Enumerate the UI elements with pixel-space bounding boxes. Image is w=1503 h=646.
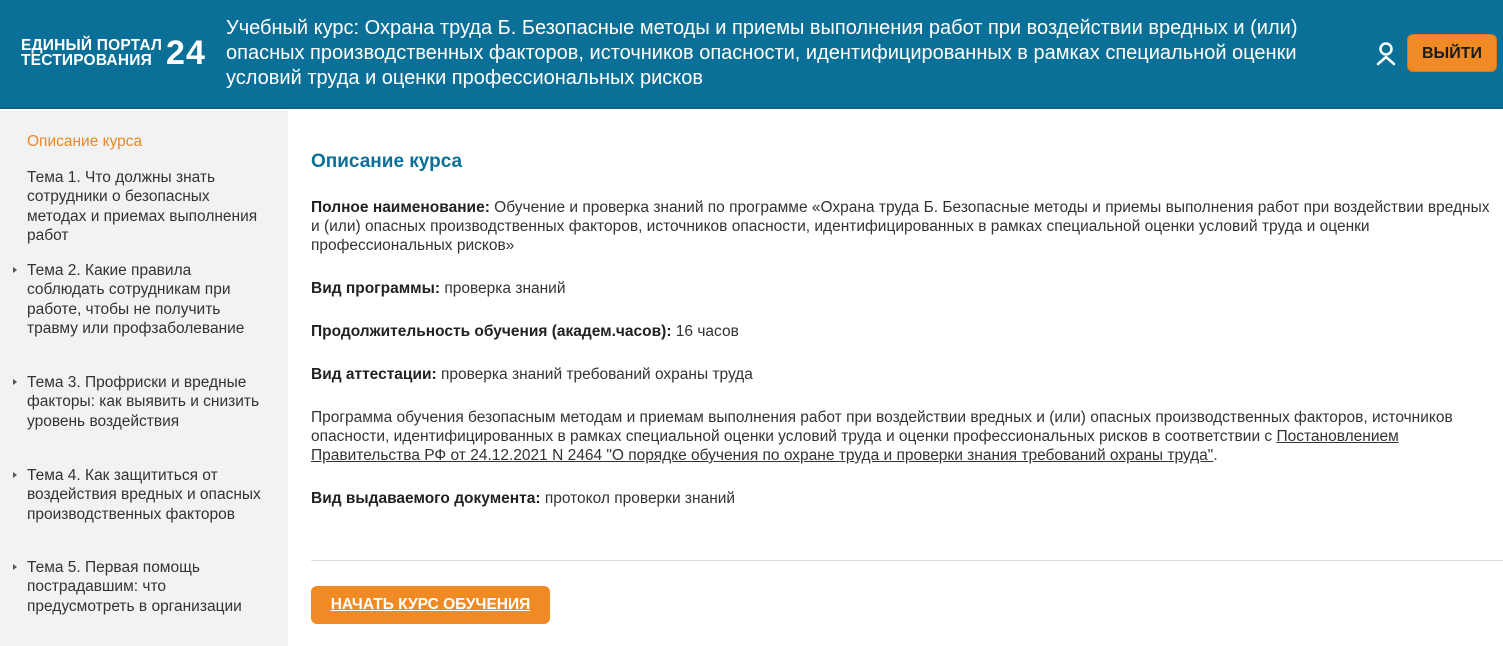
- document-value: протокол проверки знаний: [540, 490, 736, 507]
- full-name-label: Полное наименование:: [311, 199, 490, 216]
- sidebar-item-label: Тема 5. Первая помощь пострадавшим: что …: [27, 559, 242, 615]
- logout-button[interactable]: ВЫЙТИ: [1407, 34, 1497, 72]
- sidebar-item-label: Тема 4. Как защититься от воздействия вр…: [27, 467, 261, 523]
- program-type-label: Вид программы:: [311, 280, 441, 297]
- caret-right-icon: [13, 472, 17, 478]
- top-header: ЕДИНЫЙ ПОРТАЛ ТЕСТИРОВАНИЯ 24 Учебный ку…: [0, 0, 1503, 109]
- section-title: Описание курса: [311, 151, 463, 172]
- duration-value: 16 часов: [671, 323, 739, 340]
- attestation-row: Вид аттестации: проверка знаний требован…: [311, 365, 1491, 384]
- sidebar-item-topic-1[interactable]: Тема 1. Что должны знать сотрудники о бе…: [27, 168, 272, 246]
- sidebar-item-topic-2[interactable]: Тема 2. Какие правила соблюдать сотрудни…: [13, 261, 272, 339]
- sidebar-item-topic-5[interactable]: Тема 5. Первая помощь пострадавшим: что …: [13, 558, 272, 616]
- sidebar-item-label: Тема 2. Какие правила соблюдать сотрудни…: [27, 262, 245, 338]
- user-icon[interactable]: [1374, 41, 1398, 67]
- program-type-row: Вид программы: проверка знаний: [311, 279, 1491, 298]
- duration-label: Продолжительность обучения (академ.часов…: [311, 323, 672, 340]
- user-icon-graphic: [1376, 42, 1396, 66]
- start-course-button[interactable]: НАЧАТЬ КУРС ОБУЧЕНИЯ: [311, 586, 550, 624]
- program-type-value: проверка знаний: [440, 280, 566, 297]
- sidebar-item-topic-4[interactable]: Тема 4. Как защититься от воздействия вр…: [13, 466, 272, 524]
- logo-line-2: ТЕСТИРОВАНИЯ: [21, 52, 152, 69]
- program-description: Программа обучения безопасным методам и …: [311, 408, 1496, 465]
- logo-line-1: ЕДИНЫЙ ПОРТАЛ: [21, 37, 163, 54]
- document-label: Вид выдаваемого документа:: [311, 490, 541, 507]
- logo-number: 24: [166, 34, 206, 72]
- duration-row: Продолжительность обучения (академ.часов…: [311, 322, 1491, 341]
- description-end: .: [1213, 447, 1218, 464]
- divider: [311, 560, 1503, 561]
- sidebar-item-label: Описание курса: [27, 133, 143, 150]
- logo-text: ЕДИНЫЙ ПОРТАЛ ТЕСТИРОВАНИЯ: [21, 37, 163, 69]
- site-logo[interactable]: ЕДИНЫЙ ПОРТАЛ ТЕСТИРОВАНИЯ 24: [21, 36, 206, 70]
- attestation-label: Вид аттестации:: [311, 366, 437, 383]
- caret-right-icon: [13, 379, 17, 385]
- full-name-row: Полное наименование: Обучение и проверка…: [311, 198, 1491, 255]
- sidebar-item-topic-3[interactable]: Тема 3. Профриски и вредные факторы: как…: [13, 373, 272, 431]
- document-row: Вид выдаваемого документа: протокол пров…: [311, 489, 1491, 508]
- sidebar-nav: Описание курса Тема 1. Что должны знать …: [0, 111, 288, 646]
- caret-right-icon: [13, 267, 17, 273]
- sidebar-item-label: Тема 3. Профриски и вредные факторы: как…: [27, 374, 260, 430]
- attestation-value: проверка знаний требований охраны труда: [436, 366, 753, 383]
- caret-right-icon: [13, 564, 17, 570]
- course-title: Учебный курс: Охрана труда Б. Безопасные…: [226, 17, 1298, 89]
- sidebar-item-course-description[interactable]: Описание курса: [27, 132, 272, 151]
- sidebar-item-label: Тема 1. Что должны знать сотрудники о бе…: [27, 169, 258, 245]
